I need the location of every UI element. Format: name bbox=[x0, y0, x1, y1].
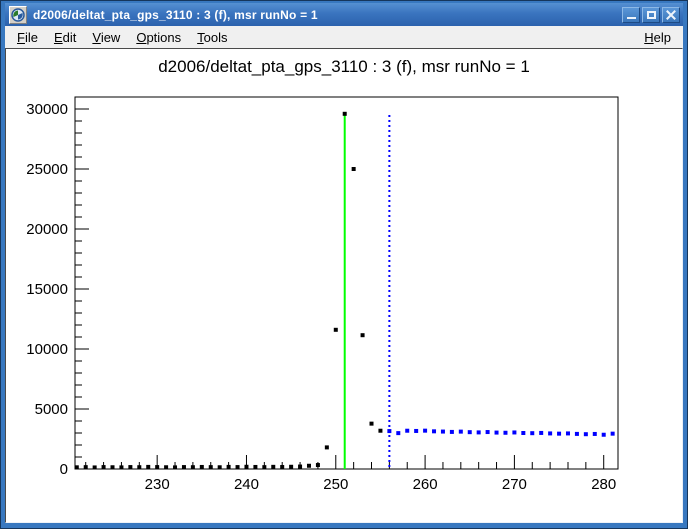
menu-file[interactable]: File bbox=[9, 28, 46, 47]
data-histogram-marker bbox=[370, 422, 374, 426]
theory-fit-marker bbox=[432, 429, 436, 433]
data-histogram-marker bbox=[280, 465, 284, 469]
theory-fit-marker bbox=[486, 430, 490, 434]
theory-fit-marker bbox=[602, 433, 606, 437]
data-histogram-marker bbox=[102, 465, 106, 469]
data-histogram-marker bbox=[271, 465, 275, 469]
window-titlebar[interactable]: d2006/deltat_pta_gps_3110 : 3 (f), msr r… bbox=[5, 3, 683, 26]
menu-view[interactable]: View bbox=[84, 28, 128, 47]
data-histogram-marker bbox=[75, 465, 79, 469]
theory-fit-marker bbox=[468, 430, 472, 434]
svg-text:270: 270 bbox=[502, 476, 527, 493]
data-histogram-marker bbox=[173, 465, 177, 469]
svg-text:280: 280 bbox=[591, 476, 616, 493]
data-histogram-marker bbox=[84, 465, 88, 469]
theory-fit-marker bbox=[593, 432, 597, 436]
data-histogram-marker bbox=[119, 465, 123, 469]
theory-fit-marker bbox=[611, 432, 615, 436]
y-axis: 0 5000 10000 15000 20000 25000 30000 bbox=[26, 97, 89, 478]
x-axis: 230 240 250 260 270 280 bbox=[86, 455, 617, 493]
theory-fit-marker bbox=[503, 431, 507, 435]
minimize-icon bbox=[627, 17, 636, 19]
menu-options[interactable]: Options bbox=[128, 28, 189, 47]
data-histogram-marker bbox=[164, 465, 168, 469]
data-histogram-marker bbox=[262, 465, 266, 469]
theory-fit-marker bbox=[495, 431, 499, 435]
svg-text:10000: 10000 bbox=[26, 341, 68, 358]
root-canvas[interactable]: d2006/deltat_pta_gps_3110 : 3 (f), msr r… bbox=[5, 48, 683, 523]
svg-text:240: 240 bbox=[234, 476, 259, 493]
data-histogram-marker bbox=[236, 465, 240, 469]
window-title: d2006/deltat_pta_gps_3110 : 3 (f), msr r… bbox=[33, 8, 622, 22]
maximize-icon bbox=[647, 11, 656, 19]
data-histogram-marker bbox=[289, 465, 293, 469]
theory-fit-marker bbox=[557, 432, 561, 436]
theory-fit-marker bbox=[414, 429, 418, 433]
menu-tools[interactable]: Tools bbox=[189, 28, 235, 47]
data-histogram-marker bbox=[128, 465, 132, 469]
theory-fit-marker bbox=[477, 430, 481, 434]
svg-text:25000: 25000 bbox=[26, 161, 68, 178]
svg-text:15000: 15000 bbox=[26, 281, 68, 298]
theory-fit-marker bbox=[530, 431, 534, 435]
theory-fit-marker bbox=[405, 429, 409, 433]
close-button[interactable] bbox=[662, 7, 680, 23]
data-histogram-marker bbox=[361, 333, 365, 337]
theory-fit-marker bbox=[512, 430, 516, 434]
theory-fit-marker bbox=[575, 432, 579, 436]
data-histogram-marker bbox=[146, 465, 150, 469]
svg-text:30000: 30000 bbox=[26, 101, 68, 118]
data-histogram-marker bbox=[191, 465, 195, 469]
data-histogram-marker bbox=[111, 465, 115, 469]
data-histogram-marker bbox=[200, 465, 204, 469]
theory-fit-marker bbox=[548, 431, 552, 435]
svg-text:250: 250 bbox=[323, 476, 348, 493]
data-histogram-marker bbox=[298, 465, 302, 469]
theory-fit-marker bbox=[441, 430, 445, 434]
root-logo-icon[interactable] bbox=[9, 6, 27, 24]
theory-fit-marker bbox=[387, 429, 391, 433]
theory-fit-marker bbox=[396, 431, 400, 435]
theory-fit-marker bbox=[566, 431, 570, 435]
data-histogram-marker bbox=[253, 465, 257, 469]
data-histogram-marker bbox=[378, 429, 382, 433]
data-histogram-marker bbox=[137, 465, 141, 469]
theory-fit-marker bbox=[450, 430, 454, 434]
theory-fit-marker bbox=[539, 431, 543, 435]
theory-fit-marker bbox=[521, 431, 525, 435]
data-histogram-marker bbox=[307, 464, 311, 468]
plot-frame bbox=[75, 97, 618, 469]
data-histogram-marker bbox=[352, 167, 356, 171]
plot-area[interactable]: 230 240 250 260 270 280 0 5000 10000 15000 20000 2… bbox=[6, 49, 683, 522]
data-histogram-marker bbox=[325, 445, 329, 449]
theory-fit-marker bbox=[423, 429, 427, 433]
data-histogram-marker bbox=[209, 465, 213, 469]
window-controls bbox=[622, 7, 680, 23]
data-histogram-marker bbox=[343, 112, 347, 116]
svg-text:0: 0 bbox=[60, 461, 68, 478]
menu-help[interactable]: Help bbox=[636, 28, 679, 47]
vertical-marker-lines bbox=[345, 115, 390, 469]
svg-text:20000: 20000 bbox=[26, 221, 68, 238]
maximize-button[interactable] bbox=[642, 7, 660, 23]
data-histogram-marker bbox=[218, 465, 222, 469]
close-icon bbox=[663, 8, 679, 22]
data-histogram-marker bbox=[182, 465, 186, 469]
data-histogram-marker bbox=[316, 463, 320, 467]
data-histogram-marker bbox=[93, 465, 97, 469]
data-histogram-marker bbox=[244, 465, 248, 469]
root-canvas-window: d2006/deltat_pta_gps_3110 : 3 (f), msr r… bbox=[0, 0, 688, 529]
svg-text:260: 260 bbox=[413, 476, 438, 493]
theory-fit-marker bbox=[584, 432, 588, 436]
theory-fit-marker bbox=[459, 430, 463, 434]
svg-text:230: 230 bbox=[145, 476, 170, 493]
menu-edit[interactable]: Edit bbox=[46, 28, 84, 47]
data-histogram-marker bbox=[334, 328, 338, 332]
data-histogram-marker bbox=[227, 465, 231, 469]
data-histogram-marker bbox=[155, 465, 159, 469]
minimize-button[interactable] bbox=[622, 7, 640, 23]
svg-text:5000: 5000 bbox=[35, 401, 68, 418]
menubar: File Edit View Options Tools Help bbox=[5, 26, 683, 48]
